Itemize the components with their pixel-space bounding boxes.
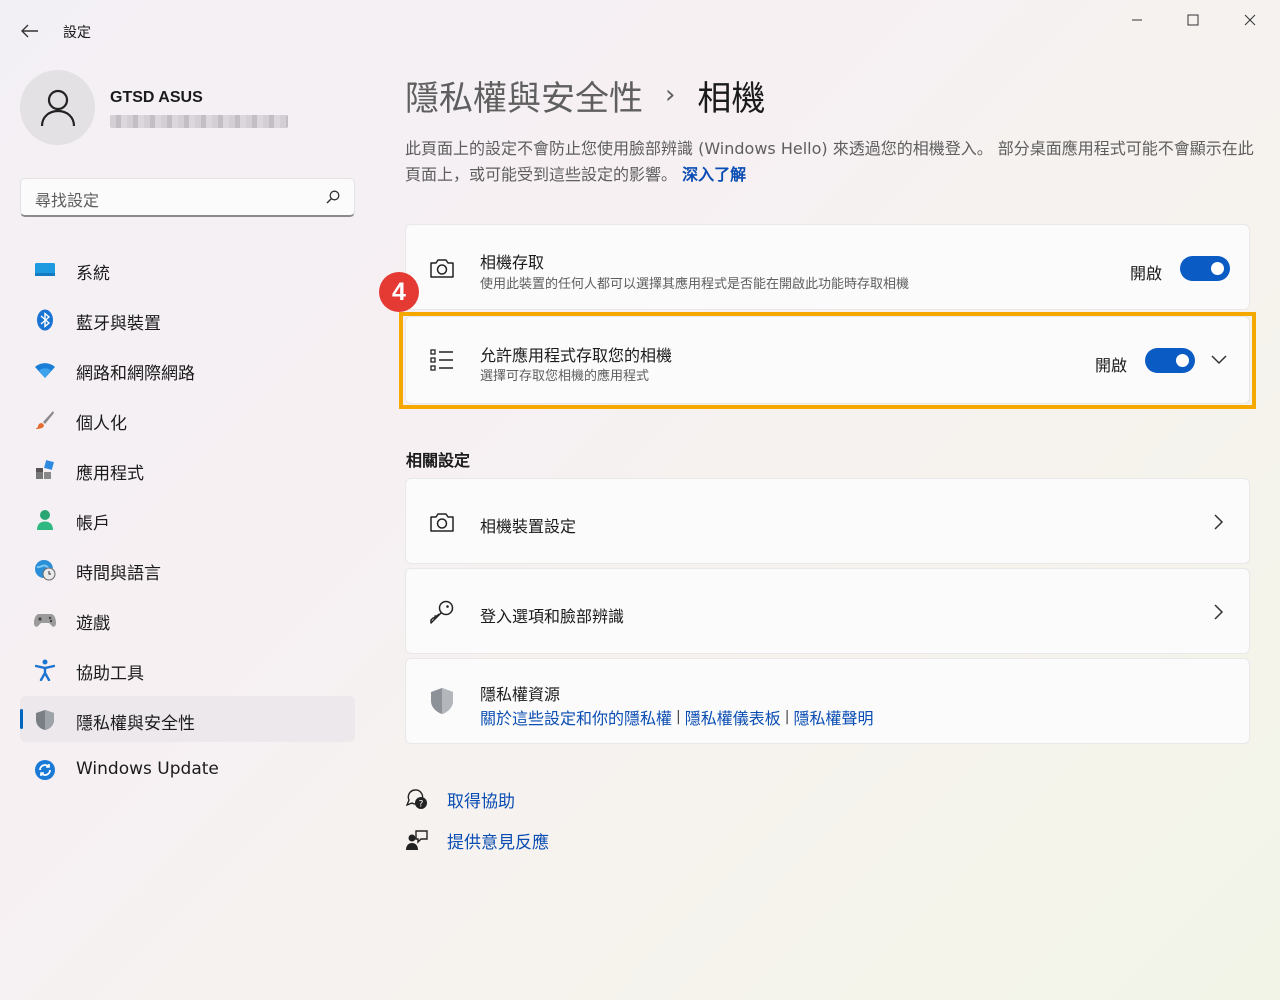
privacy-about-link[interactable]: 關於這些設定和你的隱私權 — [480, 705, 672, 729]
apps-icon — [34, 459, 56, 481]
sidebar-item-windows-update[interactable]: Windows Update — [20, 746, 355, 792]
sidebar-item-label: 帳戶 — [76, 514, 110, 534]
search-icon[interactable] — [326, 190, 340, 204]
sidebar-item-label: 協助工具 — [76, 664, 144, 684]
help-chat-icon: ? — [405, 787, 429, 811]
feedback-icon — [405, 828, 429, 852]
privacy-links: 關於這些設定和你的隱私權 | 隱私權儀表板 | 隱私權聲明 — [480, 705, 873, 729]
get-help-link[interactable]: ? 取得協助 — [405, 786, 515, 812]
user-name: GTSD ASUS — [110, 89, 203, 106]
camera-icon — [428, 508, 456, 536]
person-icon — [40, 89, 75, 126]
account-icon — [34, 509, 56, 531]
sidebar-item-label: 應用程式 — [76, 464, 144, 484]
accessibility-icon — [34, 659, 56, 681]
sidebar-item-accessibility[interactable]: 協助工具 — [20, 646, 355, 692]
update-icon — [34, 759, 56, 781]
sign-in-options-card[interactable]: 登入選項和臉部辨識 — [405, 568, 1250, 654]
back-button[interactable] — [16, 18, 44, 44]
camera-device-settings-card[interactable]: 相機裝置設定 — [405, 478, 1250, 564]
sidebar-item-personalization[interactable]: 個人化 — [20, 396, 355, 442]
sidebar-item-gaming[interactable]: 遊戲 — [20, 596, 355, 642]
close-icon — [1244, 14, 1256, 26]
camera-device-settings-label: 相機裝置設定 — [480, 517, 577, 536]
minimize-icon — [1132, 19, 1142, 21]
sign-in-options-label: 登入選項和臉部辨識 — [480, 607, 625, 626]
sidebar-item-label: 隱私權與安全性 — [76, 714, 195, 734]
user-profile[interactable]: GTSD ASUS — [20, 70, 360, 150]
camera-icon — [428, 254, 456, 282]
search-input[interactable]: 尋找設定 — [35, 187, 99, 211]
sidebar-item-label: 系統 — [76, 264, 110, 284]
link-separator: | — [784, 709, 790, 725]
give-feedback-link[interactable]: 提供意見反應 — [405, 827, 549, 853]
camera-access-title: 相機存取 — [480, 253, 545, 272]
sidebar-item-system[interactable]: 系統 — [20, 246, 355, 292]
minimize-button[interactable] — [1114, 6, 1160, 34]
sidebar-item-bluetooth[interactable]: 藍牙與裝置 — [20, 296, 355, 342]
sidebar-nav: 系統 藍牙與裝置 網路和網際網路 個人化 應用程式 帳戶 時間與語言 遊戲 協助… — [20, 246, 355, 796]
key-icon — [428, 598, 456, 626]
search-box[interactable]: 尋找設定 — [20, 178, 355, 217]
sidebar-item-privacy-security[interactable]: 隱私權與安全性 — [20, 696, 355, 742]
chevron-right-icon[interactable] — [1209, 602, 1229, 622]
title-bar: 設定 — [0, 0, 1280, 60]
sidebar-item-apps[interactable]: 應用程式 — [20, 446, 355, 492]
step-highlight-box — [399, 312, 1256, 409]
user-email-redacted — [110, 115, 288, 128]
maximize-button[interactable] — [1170, 6, 1216, 34]
gamepad-icon — [34, 609, 56, 631]
link-separator: | — [676, 709, 681, 725]
back-arrow-icon — [21, 24, 38, 38]
bluetooth-icon — [34, 309, 56, 331]
privacy-dashboard-link[interactable]: 隱私權儀表板 — [685, 705, 781, 729]
globe-clock-icon — [34, 559, 56, 581]
give-feedback-label: 提供意見反應 — [447, 832, 549, 853]
camera-access-toggle[interactable] — [1180, 256, 1230, 281]
brush-icon — [34, 409, 56, 431]
sidebar-item-time-language[interactable]: 時間與語言 — [20, 546, 355, 592]
privacy-statement-link[interactable]: 隱私權聲明 — [793, 705, 873, 729]
sidebar-item-label: 網路和網際網路 — [76, 364, 195, 384]
sidebar-item-label: 遊戲 — [76, 614, 110, 634]
learn-more-link[interactable]: 深入了解 — [682, 165, 746, 184]
maximize-icon — [1187, 14, 1199, 26]
breadcrumb-separator: › — [665, 80, 676, 110]
step-badge: 4 — [379, 272, 419, 312]
get-help-label: 取得協助 — [447, 791, 515, 812]
camera-access-subtitle: 使用此裝置的任何人都可以選擇其應用程式是否能在開啟此功能時存取相機 — [480, 277, 910, 292]
sidebar-item-network[interactable]: 網路和網際網路 — [20, 346, 355, 392]
app-title: 設定 — [63, 25, 91, 41]
breadcrumb-parent[interactable]: 隱私權與安全性 — [405, 71, 643, 120]
sidebar-item-label: 時間與語言 — [76, 564, 161, 584]
close-button[interactable] — [1227, 6, 1273, 34]
svg-text:?: ? — [419, 800, 424, 810]
avatar — [20, 70, 95, 145]
sidebar-item-label: 藍牙與裝置 — [76, 314, 161, 334]
active-indicator — [20, 709, 23, 729]
page-title: 相機 — [697, 78, 766, 119]
sidebar-item-accounts[interactable]: 帳戶 — [20, 496, 355, 542]
privacy-resources-title: 隱私權資源 — [480, 685, 561, 704]
page-description: 此頁面上的設定不會防止您使用臉部辨識 (Windows Hello) 來透過您的… — [405, 136, 1255, 188]
chevron-right-icon[interactable] — [1209, 512, 1229, 532]
wifi-icon — [34, 359, 56, 381]
breadcrumb: 隱私權與安全性 › 相機 — [405, 70, 765, 120]
sidebar-item-label: Windows Update — [76, 759, 219, 779]
description-text: 此頁面上的設定不會防止您使用臉部辨識 (Windows Hello) 來透過您的… — [405, 139, 1254, 184]
shield-icon — [34, 709, 56, 731]
related-settings-heading: 相關設定 — [406, 451, 471, 470]
privacy-resources-card: 隱私權資源 關於這些設定和你的隱私權 | 隱私權儀表板 | 隱私權聲明 — [405, 658, 1250, 744]
system-icon — [34, 259, 56, 281]
camera-access-card: 相機存取 使用此裝置的任何人都可以選擇其應用程式是否能在開啟此功能時存取相機 開… — [405, 224, 1250, 310]
shield-icon — [428, 687, 456, 715]
camera-access-toggle-label: 開啟 — [1130, 264, 1163, 283]
sidebar-item-label: 個人化 — [76, 414, 127, 434]
